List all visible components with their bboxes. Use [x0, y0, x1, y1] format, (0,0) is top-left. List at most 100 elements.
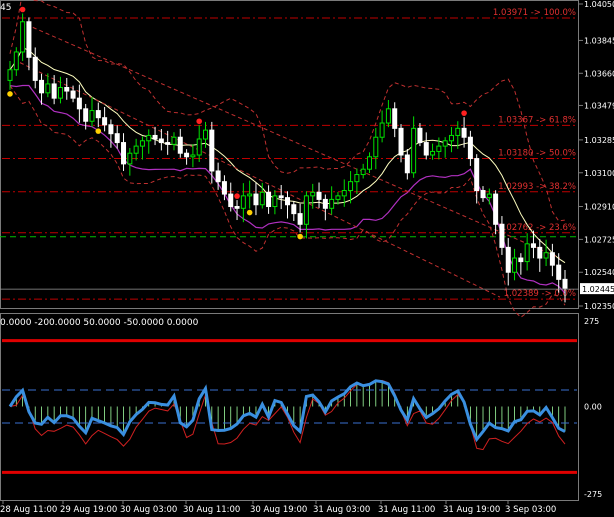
candle-body — [215, 170, 221, 183]
candle-body — [398, 127, 404, 156]
fib-label: 1.03971 -> 100.0% — [493, 8, 576, 18]
candle-body — [13, 51, 19, 71]
fib-label: 1.03367 -> 61.8% — [498, 115, 576, 125]
candle-body — [322, 198, 328, 209]
candle-body — [253, 193, 259, 206]
candle-body — [385, 108, 391, 124]
candle-body — [171, 136, 177, 145]
candle-body — [76, 97, 82, 110]
candle-body — [32, 56, 38, 81]
candle-body — [234, 206, 240, 209]
candle-body — [297, 213, 303, 225]
price-tick-label: 1.03285 — [584, 136, 614, 145]
candle-body — [285, 197, 290, 206]
time-tick-label: 29 Aug 19:00 — [60, 505, 117, 515]
current-price-label: 1.02445 — [582, 285, 614, 294]
time-tick-label: 31 Aug 11:00 — [378, 505, 435, 515]
candle-body — [83, 108, 89, 122]
candle-body — [329, 198, 335, 209]
bollinger-middle — [9, 47, 566, 264]
candle-body — [259, 191, 265, 206]
candle-body — [354, 174, 360, 183]
fractal-up-dot — [19, 6, 26, 13]
candle-body — [505, 246, 511, 273]
candle-body — [335, 195, 341, 200]
candle-body — [436, 145, 442, 152]
candle-body — [278, 195, 284, 199]
candle-body — [404, 154, 410, 174]
candle-body — [455, 127, 461, 136]
candle-body — [411, 127, 417, 174]
indicator-label: 0.0000 -200.0000 50.0000 -50.0000 0.0000 — [0, 318, 199, 328]
candle-body — [221, 181, 227, 195]
candle-body — [543, 252, 549, 259]
candle-body — [158, 138, 164, 144]
fib-label: 1.03180 -> 50.0% — [498, 149, 576, 159]
candle-body — [524, 243, 530, 263]
candle-body — [303, 195, 309, 225]
candle-body — [57, 86, 63, 99]
price-tick-label: 1.03100 — [584, 169, 614, 178]
candle-body — [493, 193, 499, 225]
candle-body — [360, 168, 366, 176]
time-axis: 28 Aug 11:00 29 Aug 19:00 30 Aug 03:00 30 A… — [0, 500, 556, 515]
candle-body — [121, 142, 127, 165]
candle-body — [203, 129, 209, 140]
candle-body — [272, 195, 278, 208]
chart-canvas[interactable]: 1.03971 -> 100.0% 1.03367 -> 61.8% 1.03180… — [0, 0, 614, 517]
candle-body — [310, 191, 316, 197]
candle-body — [512, 257, 518, 273]
candle-body — [537, 246, 543, 259]
candle-body — [341, 190, 347, 197]
price-tick-label: 1.03660 — [584, 69, 614, 78]
price-tick-label: 1.04050 — [584, 0, 614, 9]
fractal-up-dot — [196, 118, 203, 125]
price-tick-label: 1.03479 — [584, 101, 614, 110]
candle-body — [247, 193, 253, 197]
candle-body — [291, 204, 297, 215]
candle-body — [196, 138, 202, 156]
candle-body — [64, 86, 70, 92]
price-tick-label: 1.02910 — [584, 203, 614, 212]
candle-body — [228, 193, 234, 208]
candle-body — [133, 145, 139, 154]
candle-body — [240, 195, 246, 209]
candle-body — [499, 223, 505, 248]
fractal-up-dot — [234, 193, 240, 199]
candle-body — [39, 79, 45, 94]
fractal-down-dot — [95, 128, 102, 134]
candlesticks — [7, 13, 568, 303]
candle-body — [430, 150, 436, 156]
candle-body — [190, 154, 196, 158]
candle-body — [442, 140, 448, 147]
indicator-axis-label: 0.00 — [584, 403, 602, 412]
candle-body — [423, 142, 429, 156]
fib-label: 1.02993 -> 38.2% — [498, 182, 576, 192]
fractal-down-dot — [7, 91, 13, 97]
candle-body — [266, 191, 272, 208]
candle-body — [480, 190, 486, 199]
candle-body — [7, 69, 13, 81]
indicator-axis-label: -275 — [584, 490, 602, 499]
candle-body — [184, 152, 190, 158]
candle-body — [165, 142, 171, 145]
candle-body — [461, 127, 467, 138]
cci-indicator: 275 0.00 -275 — [2, 317, 602, 499]
price-tick-label: 1.02725 — [584, 235, 614, 244]
fib-label: 1.02762 -> 23.6% — [498, 223, 576, 233]
candle-body — [530, 243, 536, 248]
price-tick-label: 1.02540 — [584, 268, 614, 277]
candle-body — [152, 134, 158, 140]
candle-body — [417, 127, 423, 144]
candle-body — [45, 83, 51, 94]
candle-body — [556, 264, 562, 280]
time-tick-label: 28 Aug 11:00 — [0, 505, 57, 515]
trading-chart-window: 1.03971 -> 100.0% 1.03367 -> 61.8% 1.03180… — [0, 0, 614, 517]
candle-body — [379, 122, 385, 138]
time-tick-label: 31 Aug 03:00 — [313, 505, 370, 515]
candle-body — [373, 136, 379, 158]
candle-body — [146, 134, 152, 142]
time-tick-label: 30 Aug 11:00 — [183, 505, 240, 515]
candle-body — [562, 278, 568, 289]
candle-body — [177, 136, 183, 154]
